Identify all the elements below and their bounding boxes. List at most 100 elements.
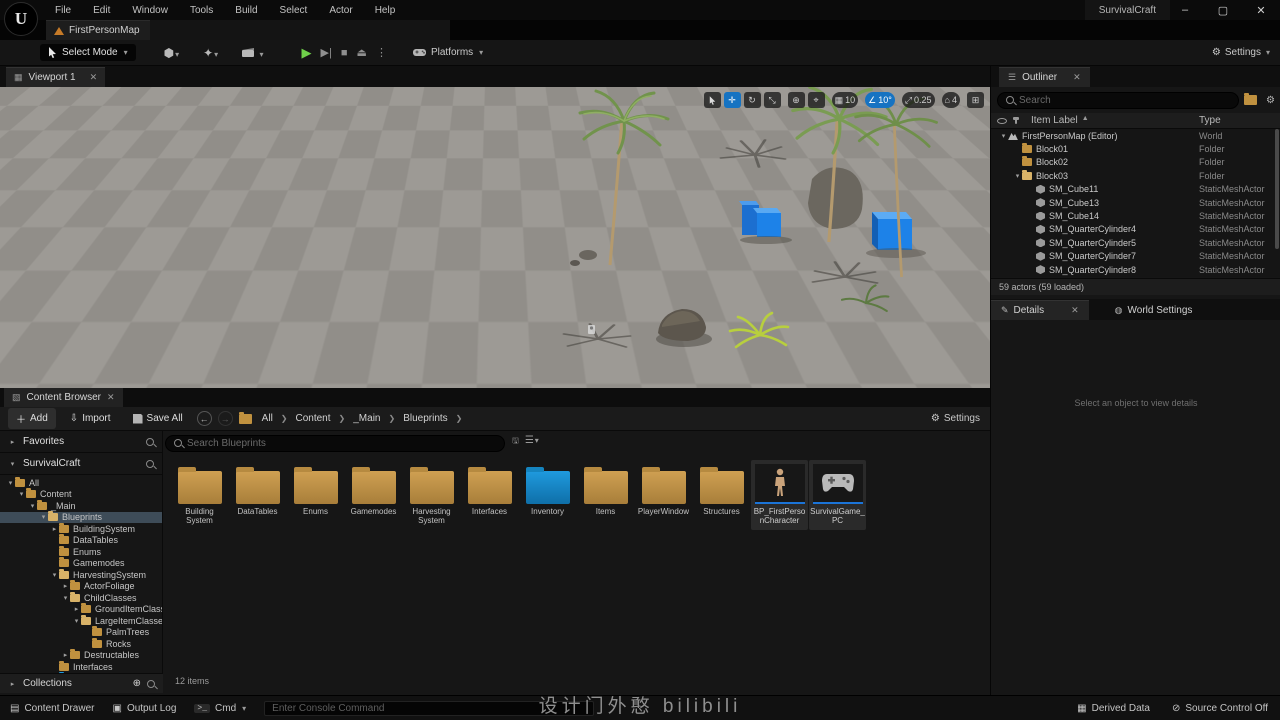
type-column[interactable]: Type [1199, 115, 1221, 126]
content-drawer-button[interactable]: ▤ Content Drawer [10, 703, 94, 714]
outliner-row[interactable]: SM_QuarterCylinder8 StaticMeshActor [991, 263, 1280, 276]
collections-bar[interactable]: ▸ Collections ⊕ [0, 673, 163, 693]
close-button[interactable]: ✕ [1242, 0, 1280, 20]
menu-tools[interactable]: Tools [181, 2, 222, 19]
breadcrumb-all[interactable]: All [262, 413, 273, 424]
menu-window[interactable]: Window [123, 2, 177, 19]
asset-tile-survivalgame-pc[interactable]: SurvivalGame_PC [809, 460, 866, 530]
breadcrumb-_main[interactable]: _Main [353, 413, 380, 424]
menu-edit[interactable]: Edit [84, 2, 119, 19]
asset-tile-items[interactable]: Items [577, 460, 634, 516]
outliner-row[interactable]: SM_QuarterCylinder4 StaticMeshActor [991, 223, 1280, 236]
outliner-row[interactable]: ▾ Block03 Folder [991, 169, 1280, 182]
asset-tile-gamemodes[interactable]: Gamemodes [345, 460, 402, 516]
viewport-options-icon[interactable]: ☰ [6, 92, 24, 110]
camera-speed-button[interactable]: ⌂ 4 [941, 92, 960, 108]
menu-file[interactable]: File [46, 2, 80, 19]
close-icon[interactable]: ✕ [90, 72, 98, 83]
play-options-icon[interactable]: ⋮ [376, 46, 387, 59]
sidebar-folder-actorfoliage[interactable]: ▸ ActorFoliage [0, 580, 162, 593]
outliner-row[interactable]: ▾ FirstPersonMap (Editor) World [991, 129, 1280, 142]
expander-icon[interactable]: ▾ [39, 513, 48, 521]
import-button[interactable]: ⇩ Import [62, 410, 119, 427]
blueprints-icon[interactable]: ✦▾ [199, 44, 222, 62]
sidebar-folder-largeitemclasses[interactable]: ▾ LargeItemClasses [0, 614, 162, 627]
outliner-settings-icon[interactable]: ⚙ [1266, 95, 1275, 106]
expander-icon[interactable]: ▾ [1013, 172, 1022, 180]
asset-tile-bp-firstpersoncharacter[interactable]: BP_FirstPersonCharacter [751, 460, 808, 530]
sidebar-folder-grounditemclasses[interactable]: ▸ GroundItemClasses [0, 603, 162, 616]
sidebar-folder-gamemodes[interactable]: Gamemodes [0, 557, 162, 570]
visibility-column-icon[interactable] [997, 117, 1007, 124]
save-icon[interactable] [10, 51, 18, 55]
world-local-toggle[interactable]: ⊕ [787, 92, 805, 108]
sidebar-folder-interfaces[interactable]: Interfaces [0, 660, 162, 673]
close-icon[interactable]: ✕ [1073, 72, 1081, 83]
menu-help[interactable]: Help [366, 2, 405, 19]
tab-world-settings[interactable]: ◍ World Settings [1105, 300, 1203, 320]
rotate-tool-button[interactable]: ↻ [743, 92, 761, 108]
favorites-header[interactable]: ▸ Favorites [0, 431, 162, 453]
sidebar-folder-all[interactable]: ▾ All [0, 476, 162, 489]
select-tool-button[interactable] [703, 92, 721, 108]
back-button[interactable]: ← [196, 411, 212, 426]
scale-tool-button[interactable]: ⤡ [763, 92, 781, 108]
cmd-dropdown[interactable]: >_ Cmd ▾ [194, 703, 246, 714]
sidebar-folder-palmtrees[interactable]: PalmTrees [0, 626, 162, 639]
close-icon[interactable]: ✕ [107, 392, 115, 403]
pin-column-icon[interactable] [1013, 117, 1019, 124]
add-collection-icon[interactable]: ⊕ [133, 678, 141, 689]
outliner-row[interactable]: SM_Cube13 StaticMeshActor [991, 196, 1280, 209]
outliner-row[interactable]: Block01 Folder [991, 142, 1280, 155]
tab-outliner[interactable]: ☰ Outliner ✕ [999, 67, 1090, 87]
move-tool-button[interactable]: ✛ [723, 92, 741, 108]
output-log-button[interactable]: ▣ Output Log [112, 703, 176, 714]
platforms-dropdown[interactable]: Platforms ▾ [412, 47, 483, 58]
sidebar-folder-harvestingsystem[interactable]: ▾ HarvestingSystem [0, 568, 162, 581]
expander-icon[interactable]: ▾ [17, 490, 26, 498]
viewport-3d[interactable]: ☰ ◈ Perspective ◎ Lit Show ✛ ↻ ⤡ ⊕ ⌖ ▦ 10 … [0, 87, 990, 388]
show-dropdown[interactable]: Show [166, 93, 212, 109]
outliner-row[interactable]: SM_QuarterCylinder7 StaticMeshActor [991, 250, 1280, 263]
save-search-icon[interactable]: 🖫 [512, 435, 519, 449]
sidebar-folder-childclasses[interactable]: ▾ ChildClasses [0, 591, 162, 604]
outliner-search-input[interactable]: Search [997, 91, 1240, 109]
cinematics-icon[interactable]: ▾ [238, 44, 267, 62]
grid-snap-button[interactable]: ▦ 10 [831, 92, 859, 108]
expander-icon[interactable]: ▾ [61, 594, 70, 602]
asset-tile-building-system[interactable]: Building System [171, 460, 228, 526]
expander-icon[interactable]: ▸ [61, 582, 70, 590]
forward-button[interactable]: → [217, 411, 233, 426]
asset-tile-enums[interactable]: Enums [287, 460, 344, 516]
derived-data-button[interactable]: ▦ Derived Data [1077, 703, 1150, 714]
outliner-row[interactable]: SM_Cube14 StaticMeshActor [991, 209, 1280, 222]
outliner-row[interactable]: Block02 Folder [991, 156, 1280, 169]
asset-tile-playerwindow[interactable]: PlayerWindow [635, 460, 692, 516]
sidebar-folder-rocks[interactable]: Rocks [0, 637, 162, 650]
add-button[interactable]: ＋ Add [8, 408, 56, 429]
editor-settings-dropdown[interactable]: ⚙ Settings ▾ [1212, 47, 1270, 58]
surface-snap-button[interactable]: ⌖ [807, 92, 825, 108]
project-root-header[interactable]: ▾ SurvivalCraft [0, 453, 162, 475]
menu-select[interactable]: Select [271, 2, 317, 19]
source-control-button[interactable]: ⊘ Source Control Off [1172, 703, 1268, 714]
rotation-snap-button[interactable]: ∠ 10° [865, 92, 895, 108]
expander-icon[interactable]: ▸ [50, 525, 59, 533]
scale-snap-button[interactable]: ⤢ 0.25 [901, 92, 935, 108]
expander-icon[interactable]: ▾ [6, 479, 15, 487]
asset-tile-structures[interactable]: Structures [693, 460, 750, 516]
maximize-viewport-button[interactable]: ⊞ [967, 92, 984, 108]
maximize-button[interactable]: ▢ [1204, 0, 1242, 20]
close-icon[interactable]: ✕ [1071, 305, 1079, 316]
lit-dropdown[interactable]: ◎ Lit [118, 93, 162, 109]
breadcrumb-content[interactable]: Content [296, 413, 331, 424]
eject-button[interactable]: ⏏ [357, 46, 367, 59]
select-mode-dropdown[interactable]: Select Mode ▾ [40, 44, 136, 61]
sidebar-folder-buildingsystem[interactable]: ▸ BuildingSystem [0, 522, 162, 535]
breadcrumb-blueprints[interactable]: Blueprints [403, 413, 447, 424]
asset-tile-datatables[interactable]: DataTables [229, 460, 286, 516]
sidebar-folder-content[interactable]: ▾ Content [0, 488, 162, 501]
menu-actor[interactable]: Actor [320, 2, 361, 19]
asset-tile-inventory[interactable]: Inventory [519, 460, 576, 516]
sidebar-folder-datatables[interactable]: DataTables [0, 534, 162, 547]
